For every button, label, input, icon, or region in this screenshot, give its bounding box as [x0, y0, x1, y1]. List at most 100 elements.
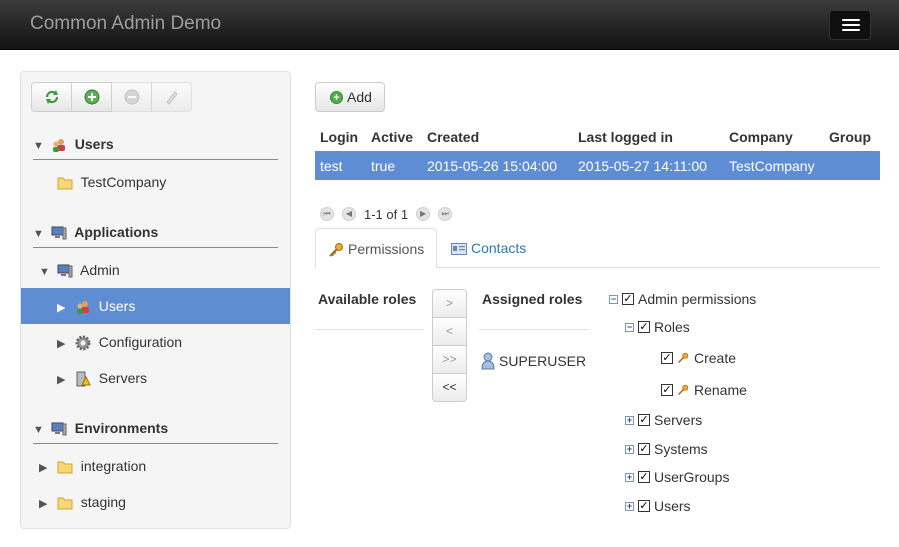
caret-right-icon[interactable]: ▶ [57, 290, 71, 326]
section-applications[interactable]: ▼ Applications [33, 224, 278, 248]
cell-active[interactable]: true [366, 151, 422, 180]
edit-node-button[interactable] [151, 82, 192, 112]
last-page-icon[interactable]: ⏭ [438, 207, 453, 221]
col-header-login[interactable]: Login [315, 122, 366, 151]
computer-icon [51, 422, 67, 436]
available-roles-title: Available roles [318, 291, 417, 307]
menu-toggle-button[interactable] [829, 10, 871, 40]
contact-card-icon [451, 243, 467, 256]
refresh-icon [45, 90, 58, 104]
perm-node-label: Users [654, 498, 691, 514]
pager: ⏮ ◀ 1-1 of 1 ▶ ⏭ [320, 206, 460, 222]
perm-node-roles[interactable]: − ✓ Roles [625, 319, 690, 335]
cell-company[interactable]: TestCompany [724, 151, 824, 180]
cell-created[interactable]: 2015-05-26 15:04:00 [422, 151, 573, 180]
move-all-left-button[interactable]: << [432, 373, 467, 402]
prev-page-icon[interactable]: ◀ [342, 207, 356, 221]
section-users[interactable]: ▼ Users [33, 136, 278, 160]
remove-icon [124, 89, 139, 105]
caret-down-icon[interactable]: ▼ [33, 424, 47, 436]
tree-item-label: integration [80, 458, 147, 474]
checkbox-checked-icon[interactable]: ✓ [661, 384, 673, 396]
sidebar: ▼ Users TestCompany ▼ Applications ▼ Adm… [20, 71, 291, 529]
next-page-icon[interactable]: ▶ [416, 207, 431, 221]
perm-node-label: Roles [654, 319, 690, 335]
collapse-icon[interactable]: − [625, 322, 634, 332]
tree-item-label: TestCompany [80, 174, 167, 190]
col-header-active[interactable]: Active [366, 122, 422, 151]
cell-group[interactable] [824, 151, 880, 180]
checkbox-checked-icon[interactable]: ✓ [638, 321, 650, 333]
checkbox-checked-icon[interactable]: ✓ [638, 414, 650, 426]
navbar: Common Admin Demo [0, 0, 899, 50]
caret-down-icon[interactable]: ▼ [33, 140, 47, 152]
tab-contacts-label: Contacts [471, 240, 527, 256]
folder-icon [57, 461, 73, 474]
refresh-button[interactable] [31, 82, 72, 112]
perm-node-rename[interactable]: ✓ Rename [661, 382, 747, 398]
perm-node-systems[interactable]: + ✓ Systems [625, 441, 708, 457]
gear-icon [75, 335, 91, 351]
caret-right-icon[interactable]: ▶ [57, 362, 71, 398]
tab-contacts[interactable]: Contacts [439, 228, 538, 268]
perm-node-root[interactable]: − ✓ Admin permissions [609, 291, 756, 307]
col-header-company[interactable]: Company [724, 122, 824, 151]
caret-down-icon[interactable]: ▼ [39, 254, 53, 290]
folder-icon [57, 497, 73, 510]
assigned-role-item[interactable]: SUPERUSER [481, 352, 586, 370]
move-all-right-button[interactable]: >> [432, 345, 467, 374]
tree-item-testcompany[interactable]: TestCompany [57, 164, 166, 200]
perm-node-servers[interactable]: + ✓ Servers [625, 412, 702, 428]
perm-node-usergroups[interactable]: + ✓ UserGroups [625, 469, 729, 485]
col-header-last-logged-in[interactable]: Last logged in [573, 122, 724, 151]
checkbox-checked-icon[interactable]: ✓ [661, 352, 673, 364]
first-page-icon[interactable]: ⏮ [320, 207, 334, 221]
cell-login[interactable]: test [315, 151, 366, 180]
tree-item-label: Configuration [98, 334, 183, 350]
move-left-button[interactable]: < [432, 317, 467, 346]
collapse-icon[interactable]: − [609, 294, 618, 304]
expand-icon[interactable]: + [625, 472, 634, 482]
perm-node-label: UserGroups [654, 469, 730, 485]
perm-node-users[interactable]: + ✓ Users [625, 498, 691, 514]
table-header-row: Login Active Created Last logged in Comp… [315, 122, 880, 151]
tree-item-label: Admin [80, 262, 120, 278]
remove-node-button[interactable] [111, 82, 152, 112]
checkbox-checked-icon[interactable]: ✓ [622, 293, 634, 305]
col-header-created[interactable]: Created [422, 122, 573, 151]
perm-node-label: Servers [654, 412, 703, 428]
expand-icon[interactable]: + [625, 444, 634, 454]
tree-item-configuration[interactable]: ▶ Configuration [57, 324, 182, 360]
section-applications-label: Applications [74, 224, 159, 240]
role-move-buttons: > < >> << [432, 289, 467, 402]
col-header-group[interactable]: Group [824, 122, 880, 151]
caret-down-icon[interactable]: ▼ [33, 228, 47, 240]
add-node-button[interactable] [71, 82, 112, 112]
tree-item-label: Users [98, 298, 136, 314]
server-icon [76, 371, 91, 387]
add-button[interactable]: + Add [315, 82, 385, 112]
section-environments[interactable]: ▼ Environments [33, 420, 278, 444]
move-right-button[interactable]: > [432, 289, 467, 318]
tree-item-integration[interactable]: ▶ integration [39, 448, 146, 484]
table-row[interactable]: test true 2015-05-26 15:04:00 2015-05-27… [315, 151, 880, 180]
tree-item-staging[interactable]: ▶ staging [39, 484, 126, 520]
caret-right-icon[interactable]: ▶ [39, 450, 53, 486]
tree-item-servers[interactable]: ▶ Servers [57, 360, 147, 396]
caret-right-icon[interactable]: ▶ [39, 486, 53, 522]
perm-node-create[interactable]: ✓ Create [661, 350, 736, 366]
app-title[interactable]: Common Admin Demo [30, 13, 221, 35]
add-button-label: Add [347, 89, 372, 105]
cell-last-logged-in[interactable]: 2015-05-27 14:11:00 [573, 151, 724, 180]
key-icon [329, 243, 343, 258]
checkbox-checked-icon[interactable]: ✓ [638, 471, 650, 483]
expand-icon[interactable]: + [625, 501, 634, 511]
checkbox-checked-icon[interactable]: ✓ [638, 500, 650, 512]
tree-item-label: staging [80, 494, 126, 510]
tree-item-admin-users[interactable]: ▶ Users [21, 288, 290, 326]
caret-right-icon[interactable]: ▶ [57, 326, 71, 362]
tree-item-admin[interactable]: ▼ Admin [39, 252, 120, 288]
checkbox-checked-icon[interactable]: ✓ [638, 443, 650, 455]
tab-permissions[interactable]: Permissions [315, 228, 438, 268]
expand-icon[interactable]: + [625, 415, 634, 425]
